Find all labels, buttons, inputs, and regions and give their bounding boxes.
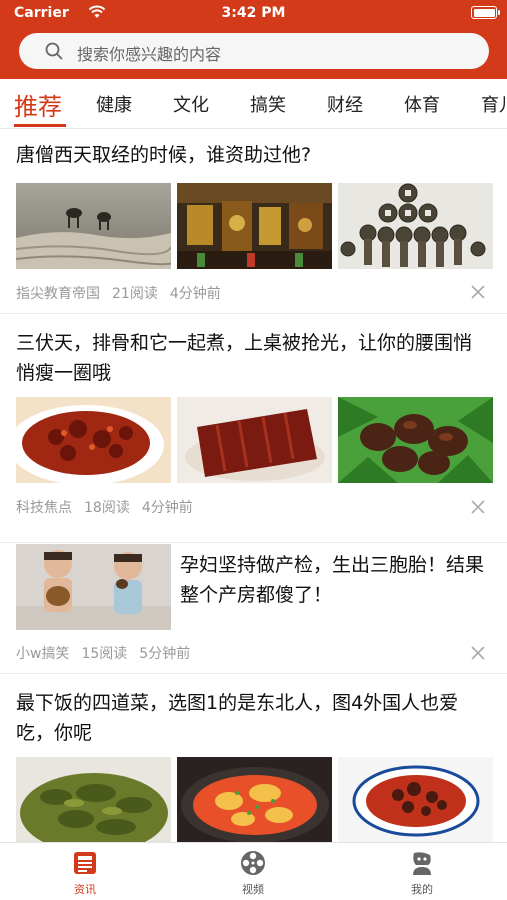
search-icon (45, 42, 63, 60)
thumbnail-glazed-ribs (177, 397, 332, 483)
news-card[interactable]: 最下饭的四道菜，选图1的是东北人，图4外国人也爱吃，你呢 (0, 675, 507, 842)
profile-icon (413, 852, 431, 875)
thumbnail-chili-sauce (338, 757, 493, 842)
news-card[interactable]: 三伏天，排骨和它一起煮，上桌被抢光，让你的腰围悄悄瘦一圈哦 科技焦点 18阅读 4分… (0, 315, 507, 543)
tab-health[interactable]: 健康 (96, 91, 132, 117)
card-title: 三伏天，排骨和它一起煮，上桌被抢光，让你的腰围悄悄瘦一圈哦 (16, 332, 473, 384)
tab-culture[interactable]: 文化 (173, 91, 209, 117)
card-source: 指尖教育帝国 (16, 286, 100, 302)
tabbar-profile-label: 我的 (411, 883, 433, 896)
card-meta: 小w搞笑 15阅读 5分钟前 (16, 643, 202, 663)
card-time: 4分钟前 (141, 500, 193, 516)
tab-sports[interactable]: 体育 (404, 91, 440, 117)
thumbnail-braised-ribs (16, 397, 171, 483)
tab-funny[interactable]: 搞笑 (250, 91, 286, 117)
close-icon[interactable] (471, 500, 485, 514)
card-title: 唐僧西天取经的时候，谁资助过他? (16, 144, 312, 166)
battery-icon (471, 6, 500, 19)
news-feed: 唐僧西天取经的时候，谁资助过他? 指尖教育帝国 21阅读 4分钟前 三伏天，排骨… (0, 130, 507, 842)
thumbnail-pickled-greens (16, 757, 171, 842)
thumbnail-tomato-eggs (177, 757, 332, 842)
close-icon[interactable] (471, 285, 485, 299)
card-meta: 科技焦点 18阅读 4分钟前 (16, 497, 205, 517)
card-source: 科技焦点 (16, 500, 72, 516)
tabbar-profile[interactable]: 我的 (372, 849, 472, 899)
card-source: 小w搞笑 (16, 646, 70, 662)
thumbnail-temple-art (177, 183, 332, 269)
card-reads: 21阅读 (112, 286, 158, 302)
card-time: 4分钟前 (169, 286, 221, 302)
news-card[interactable]: 唐僧西天取经的时候，谁资助过他? 指尖教育帝国 21阅读 4分钟前 (0, 130, 507, 314)
card-reads: 15阅读 (81, 646, 128, 662)
card-meta: 指尖教育帝国 21阅读 4分钟前 (16, 283, 233, 303)
news-icon (74, 852, 96, 874)
bottom-tab-bar: 资讯 视频 我的 (0, 842, 507, 900)
thumbnail-ancient-coins (338, 183, 493, 269)
active-tab-indicator (14, 124, 66, 127)
card-title: 孕妇坚持做产检，生出三胞胎！结果整个产房都傻了！ (180, 554, 485, 606)
tabbar-news-label: 资讯 (74, 883, 96, 896)
status-bar: Carrier 3:42 PM (0, 0, 507, 26)
search-bar[interactable]: 搜索你感兴趣的内容 (19, 33, 489, 69)
tab-parenting[interactable]: 育儿 (481, 91, 507, 117)
thumbnail-stewed-meat (338, 397, 493, 483)
app-header: Carrier 3:42 PM 搜索你感兴趣的内容 (0, 0, 507, 79)
thumbnail-desert-camels (16, 183, 171, 269)
tab-finance[interactable]: 财经 (327, 91, 363, 117)
tabbar-news[interactable]: 资讯 (35, 849, 135, 899)
tabbar-video-label: 视频 (242, 883, 264, 896)
card-title: 最下饭的四道菜，选图1的是东北人，图4外国人也爱吃，你呢 (16, 692, 459, 744)
search-placeholder: 搜索你感兴趣的内容 (77, 45, 222, 64)
close-icon[interactable] (471, 646, 485, 660)
tab-recommend[interactable]: 推荐 (14, 87, 62, 122)
news-card[interactable]: 孕妇坚持做产检，生出三胞胎！结果整个产房都傻了！ 小w搞笑 15阅读 5分钟前 (0, 544, 507, 674)
thumbnail-twin-boys (16, 544, 171, 630)
tabbar-video[interactable]: 视频 (203, 849, 303, 899)
status-time: 3:42 PM (221, 5, 286, 21)
card-time: 5分钟前 (139, 646, 191, 662)
card-reads: 18阅读 (84, 500, 130, 516)
video-reel-icon (241, 851, 265, 875)
category-tabs: 推荐 健康 文化 搞笑 财经 体育 育儿 (0, 79, 507, 129)
